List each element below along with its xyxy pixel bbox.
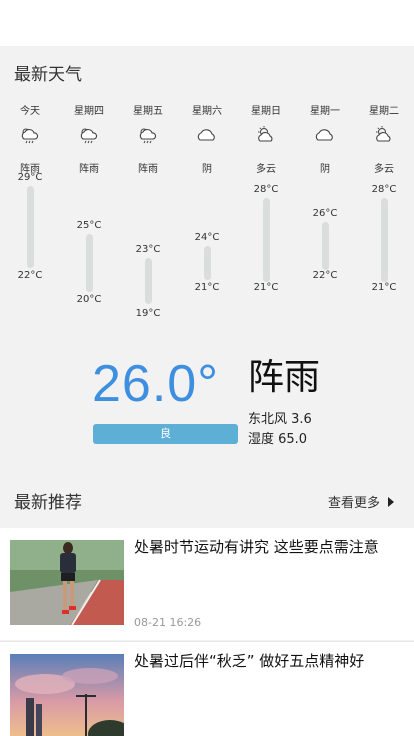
forecast-high-temp: 25°C: [76, 220, 102, 231]
news-title: 处暑过后伴“秋乏” 做好五点精神好: [134, 652, 365, 670]
weather-section: 最新天气 今天阵雨 29°C 22°C 星期四阵雨 25°C 20°C 星期五阵雨 23°C 1…: [0, 46, 414, 466]
news-item[interactable]: 处暑过后伴“秋乏” 做好五点精神好: [0, 642, 414, 736]
air-quality-badge: 良: [93, 424, 238, 444]
forecast-high-temp: 23°C: [135, 244, 161, 255]
temperature-range-bar: [380, 198, 388, 282]
forecast-low-temp: 20°C: [76, 294, 102, 305]
forecast-day-name: 星期二: [369, 106, 399, 117]
forecast-high-temp: 28°C: [253, 184, 279, 195]
temperature-range-bar: [144, 258, 152, 304]
forecast-day-name: 今天: [20, 106, 40, 117]
shower-rain-icon: [137, 126, 159, 144]
forecast-day: 今天 阵雨 29°C 22°C: [1, 102, 60, 332]
overcast-icon: [196, 126, 218, 144]
forecast-condition: 阵雨: [79, 164, 99, 175]
forecast-condition: 阵雨: [138, 164, 158, 175]
temperature-range-bar: [262, 198, 270, 282]
temperature-range-bar: [321, 222, 329, 270]
current-condition: 阵雨: [248, 357, 321, 398]
forecast-condition: 多云: [374, 164, 394, 175]
forecast-day: 星期六阴 24°C 21°C: [178, 102, 237, 332]
forecast-condition: 多云: [256, 164, 276, 175]
forecast-day: 星期五阵雨 23°C 19°C: [119, 102, 178, 332]
news-thumbnail-runner: [10, 540, 124, 625]
temperature-range-bar: [203, 246, 211, 280]
forecast-day-name: 星期六: [192, 106, 222, 117]
news-thumbnail-sunset: [10, 654, 124, 736]
forecast-high-temp: 28°C: [371, 184, 397, 195]
forecast-condition: 阴: [320, 164, 330, 175]
news-item[interactable]: 处暑时节运动有讲究 这些要点需注意 08-21 16:26: [0, 528, 414, 640]
weather-section-title: 最新天气: [14, 65, 82, 85]
view-more-label: 查看更多: [327, 496, 380, 511]
forecast-high-temp: 24°C: [194, 232, 220, 243]
recommend-title: 最新推荐: [14, 493, 82, 513]
recommend-header: 最新推荐 查看更多: [0, 482, 414, 522]
forecast-day-name: 星期一: [310, 106, 340, 117]
temperature-range-bar: [85, 234, 93, 292]
temperature-range-bar: [26, 186, 34, 268]
shower-rain-icon: [78, 126, 100, 144]
forecast-low-temp: 21°C: [371, 282, 397, 293]
forecast-day-name: 星期日: [251, 106, 281, 117]
forecast-low-temp: 21°C: [253, 282, 279, 293]
forecast-day: 星期四阵雨 25°C 20°C: [60, 102, 119, 332]
shower-rain-icon: [19, 126, 41, 144]
arrow-right-icon: [388, 496, 394, 507]
news-time: 08-21 16:26: [134, 616, 202, 629]
forecast-strip: 今天 阵雨 29°C 22°C 星期四 阵雨 25°C 20°C 星期五 阵雨 23°C 19°C 星期…: [0, 102, 414, 332]
forecast-low-temp: 22°C: [17, 270, 43, 281]
overcast-icon: [314, 126, 336, 144]
wind-info: 东北风 3.6: [248, 412, 312, 427]
forecast-high-temp: 26°C: [312, 208, 338, 219]
current-weather: 26.0° 良 阵雨 东北风 3.6 湿度 65.0: [0, 358, 414, 468]
forecast-low-temp: 19°C: [135, 308, 161, 319]
forecast-condition: 阴: [202, 164, 212, 175]
forecast-day-name: 星期四: [74, 106, 104, 117]
news-title: 处暑时节运动有讲究 这些要点需注意: [134, 538, 379, 556]
humidity-info: 湿度 65.0: [248, 432, 308, 447]
forecast-day: 星期一阴 26°C 22°C: [296, 102, 355, 332]
forecast-day: 星期二多云 28°C 21°C: [355, 102, 414, 332]
top-bar: [0, 0, 414, 46]
partly-cloudy-icon: [255, 126, 277, 144]
partly-cloudy-icon: [373, 126, 395, 144]
forecast-low-temp: 22°C: [312, 270, 338, 281]
forecast-low-temp: 21°C: [194, 282, 220, 293]
current-temperature: 26.0°: [92, 355, 220, 413]
forecast-day: 星期日多云 28°C 21°C: [237, 102, 296, 332]
forecast-day-name: 星期五: [133, 106, 163, 117]
forecast-high-temp: 29°C: [17, 172, 43, 183]
view-more-link[interactable]: 查看更多: [328, 492, 394, 511]
